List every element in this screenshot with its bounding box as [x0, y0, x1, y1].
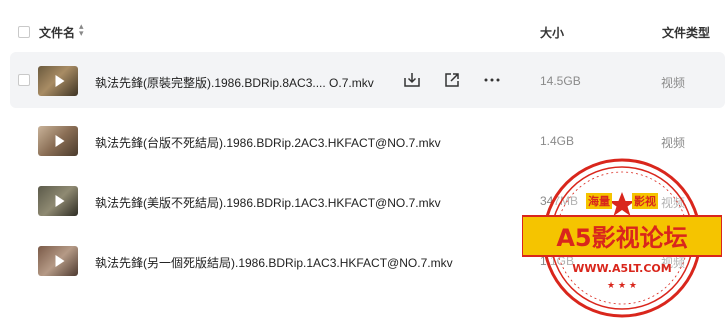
file-name[interactable]: 執法先鋒(原裝完整版).1986.BDRip.8AC3.... O.7.mkv	[95, 74, 374, 91]
video-thumbnail[interactable]	[38, 126, 78, 156]
file-name[interactable]: 執法先鋒(美版不死結局).1986.BDRip.1AC3.HKFACT@NO.7…	[95, 194, 441, 211]
file-size: 1.4GB	[540, 134, 575, 148]
play-icon	[55, 135, 65, 147]
download-icon	[404, 73, 420, 87]
video-thumbnail[interactable]	[38, 186, 78, 216]
file-size: 14.5GB	[540, 74, 581, 88]
select-all-checkbox[interactable]	[18, 26, 30, 38]
video-thumbnail[interactable]	[38, 66, 78, 96]
file-type: 视频	[661, 136, 686, 150]
file-type: 视频	[661, 76, 686, 90]
download-button[interactable]	[402, 70, 422, 90]
share-button[interactable]	[442, 70, 462, 90]
file-row[interactable]: 執法先鋒(另一個死版結局).1986.BDRip.1AC3.HKFACT@NO.…	[10, 232, 725, 288]
row-checkbox[interactable]	[18, 74, 30, 86]
sort-icon[interactable]: ▴ ▾	[79, 22, 84, 38]
file-list-header: 文件名 ▴ ▾ 大小 文件类型	[0, 18, 725, 46]
column-header-type: 文件类型	[662, 26, 711, 40]
video-thumbnail[interactable]	[38, 246, 78, 276]
share-icon	[445, 73, 459, 87]
file-name[interactable]: 執法先鋒(台版不死結局).1986.BDRip.2AC3.HKFACT@NO.7…	[95, 134, 441, 151]
file-row[interactable]: 執法先鋒(美版不死結局).1986.BDRip.1AC3.HKFACT@NO.7…	[10, 172, 725, 228]
file-name[interactable]: 執法先鋒(另一個死版結局).1986.BDRip.1AC3.HKFACT@NO.…	[95, 254, 453, 271]
column-header-size: 大小	[540, 26, 565, 40]
file-size: 1.1GB	[540, 254, 575, 268]
more-icon	[484, 78, 500, 82]
file-type: 视频	[661, 256, 686, 270]
more-button[interactable]	[482, 70, 502, 90]
file-row[interactable]: 執法先鋒(原裝完整版).1986.BDRip.8AC3.... O.7.mkv …	[10, 52, 725, 108]
play-icon	[55, 195, 65, 207]
file-type: 视频	[661, 196, 686, 210]
file-row[interactable]: 執法先鋒(台版不死結局).1986.BDRip.2AC3.HKFACT@NO.7…	[10, 112, 725, 168]
play-icon	[55, 255, 65, 267]
column-header-name[interactable]: 文件名	[39, 24, 75, 41]
file-size: 347MB	[540, 194, 579, 208]
play-icon	[55, 75, 65, 87]
